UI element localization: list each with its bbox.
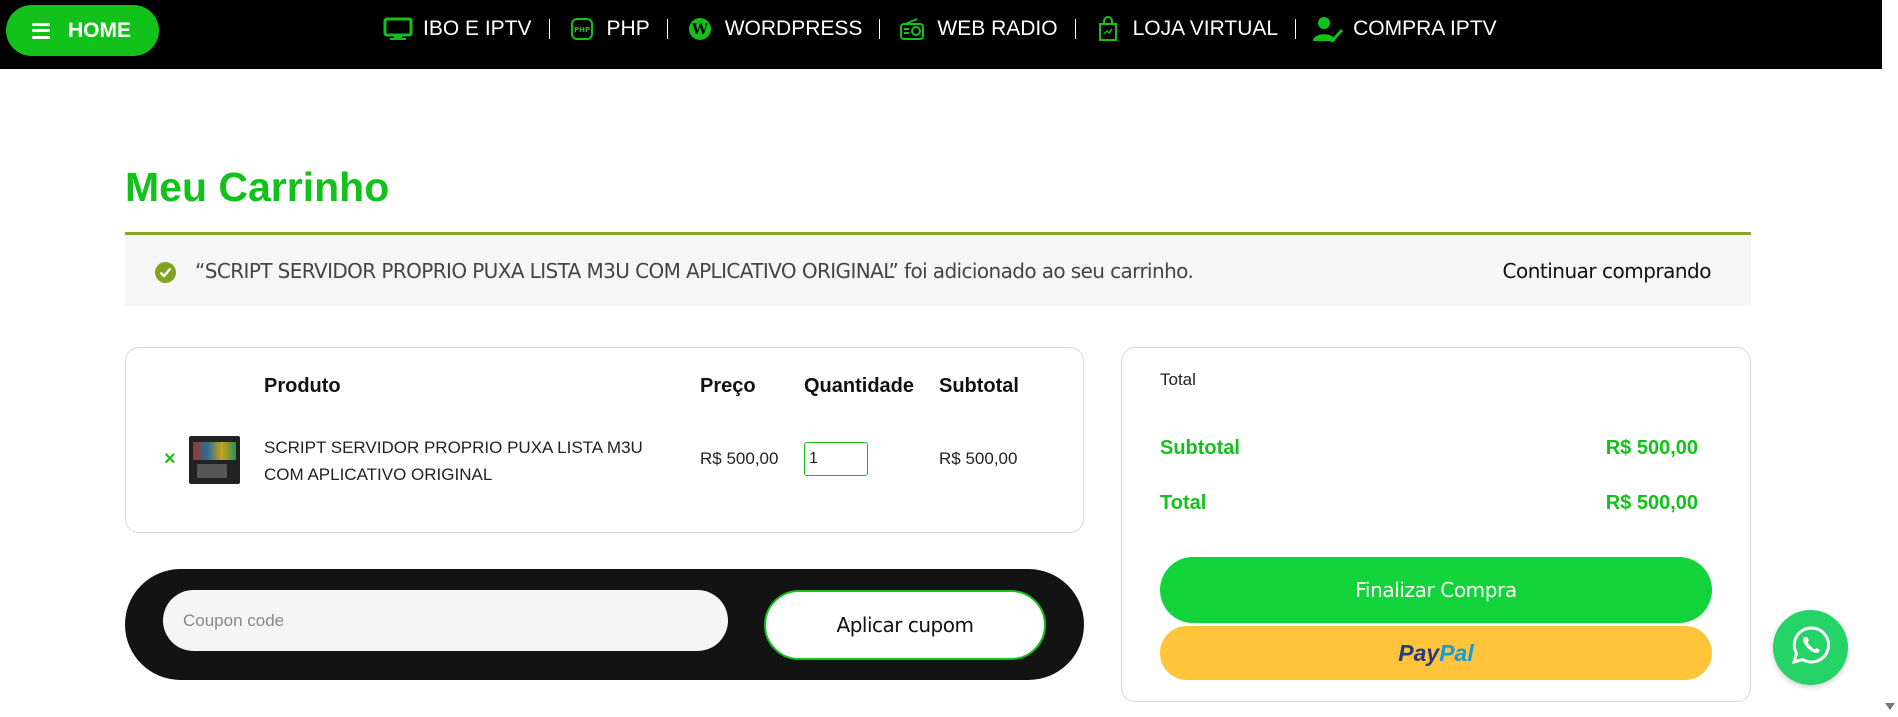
nav-item-web-radio[interactable]: WEB RADIO (897, 16, 1058, 42)
scroll-down-icon[interactable] (1885, 703, 1895, 710)
home-label: HOME (68, 18, 131, 42)
nav-divider (666, 19, 668, 39)
nav-divider (1074, 19, 1076, 39)
php-icon: PHP (567, 16, 597, 42)
nav-item-label: IBO E IPTV (423, 17, 532, 40)
page-title: Meu Carrinho (125, 164, 390, 210)
total-label: Total (1160, 492, 1207, 514)
wordpress-icon: W (685, 16, 715, 42)
column-header-quantity: Quantidade (804, 375, 915, 397)
menu-icon (32, 22, 50, 39)
home-button[interactable]: HOME (6, 5, 159, 56)
coupon-form: Aplicar cupom (125, 569, 1084, 680)
product-name-link[interactable]: SCRIPT SERVIDOR PROPRIO PUXA LISTA M3U C… (264, 434, 684, 488)
nav-divider (548, 19, 550, 39)
nav-item-label: PHP (606, 17, 650, 40)
continue-shopping-link[interactable]: Continuar comprando (1503, 259, 1712, 283)
svg-text:PHP: PHP (573, 26, 589, 34)
top-navigation-bar: HOME IBO E IPTV PHP PHP W WORDPRESS WEB … (0, 0, 1882, 69)
nav-item-ibo-iptv[interactable]: IBO E IPTV (383, 16, 532, 42)
check-circle-icon (155, 262, 176, 283)
nav-item-loja-virtual[interactable]: LOJA VIRTUAL (1093, 16, 1279, 42)
nav-item-wordpress[interactable]: W WORDPRESS (685, 16, 863, 42)
paypal-logo-pal: Pal (1439, 639, 1474, 666)
cart-notice: “SCRIPT SERVIDOR PROPRIO PUXA LISTA M3U … (125, 235, 1751, 306)
user-edit-icon (1313, 16, 1344, 42)
product-price: R$ 500,00 (700, 449, 779, 468)
coupon-code-input[interactable] (163, 590, 728, 651)
subtotal-value: R$ 500,00 (1605, 437, 1698, 459)
total-value: R$ 500,00 (1605, 492, 1698, 514)
monitor-icon (383, 16, 413, 42)
nav-item-label: COMPRA IPTV (1353, 17, 1497, 40)
nav-item-label: LOJA VIRTUAL (1132, 17, 1279, 40)
paypal-logo-pay: Pay (1398, 639, 1440, 666)
whatsapp-icon (1790, 624, 1832, 671)
svg-text:W: W (691, 22, 708, 38)
total-row: Total R$ 500,00 (1160, 492, 1698, 515)
cart-totals: Total Subtotal R$ 500,00 Total R$ 500,00… (1121, 347, 1751, 702)
checkout-button[interactable]: Finalizar Compra (1160, 557, 1712, 623)
shopping-bag-icon (1093, 16, 1123, 42)
radio-icon (897, 16, 927, 42)
page-scrollbar[interactable] (1882, 0, 1898, 717)
column-header-product: Produto (264, 375, 341, 397)
quantity-input[interactable] (804, 442, 868, 476)
nav-divider (879, 19, 881, 39)
subtotal-row: Subtotal R$ 500,00 (1160, 437, 1698, 460)
subtotal-label: Subtotal (1160, 437, 1240, 459)
nav-item-label: WORDPRESS (724, 17, 863, 40)
cart-table: Produto Preço Quantidade Subtotal × SCRI… (125, 347, 1084, 533)
nav-item-php[interactable]: PHP PHP (567, 16, 650, 42)
paypal-button[interactable]: Pay Pal (1160, 626, 1712, 680)
product-thumbnail[interactable] (189, 436, 240, 484)
main-menu: IBO E IPTV PHP PHP W WORDPRESS WEB RADIO (383, 0, 1497, 58)
notice-message: “SCRIPT SERVIDOR PROPRIO PUXA LISTA M3U … (195, 259, 1194, 283)
column-header-subtotal: Subtotal (939, 375, 1019, 397)
whatsapp-button[interactable] (1773, 610, 1848, 685)
nav-item-compra-iptv[interactable]: COMPRA IPTV (1313, 16, 1497, 42)
apply-coupon-button[interactable]: Aplicar cupom (764, 590, 1046, 660)
nav-divider (1295, 19, 1297, 39)
remove-item-icon[interactable]: × (164, 448, 176, 471)
totals-heading: Total (1160, 370, 1196, 389)
nav-item-label: WEB RADIO (937, 17, 1058, 40)
product-subtotal: R$ 500,00 (939, 449, 1018, 468)
column-header-price: Preço (700, 375, 756, 397)
